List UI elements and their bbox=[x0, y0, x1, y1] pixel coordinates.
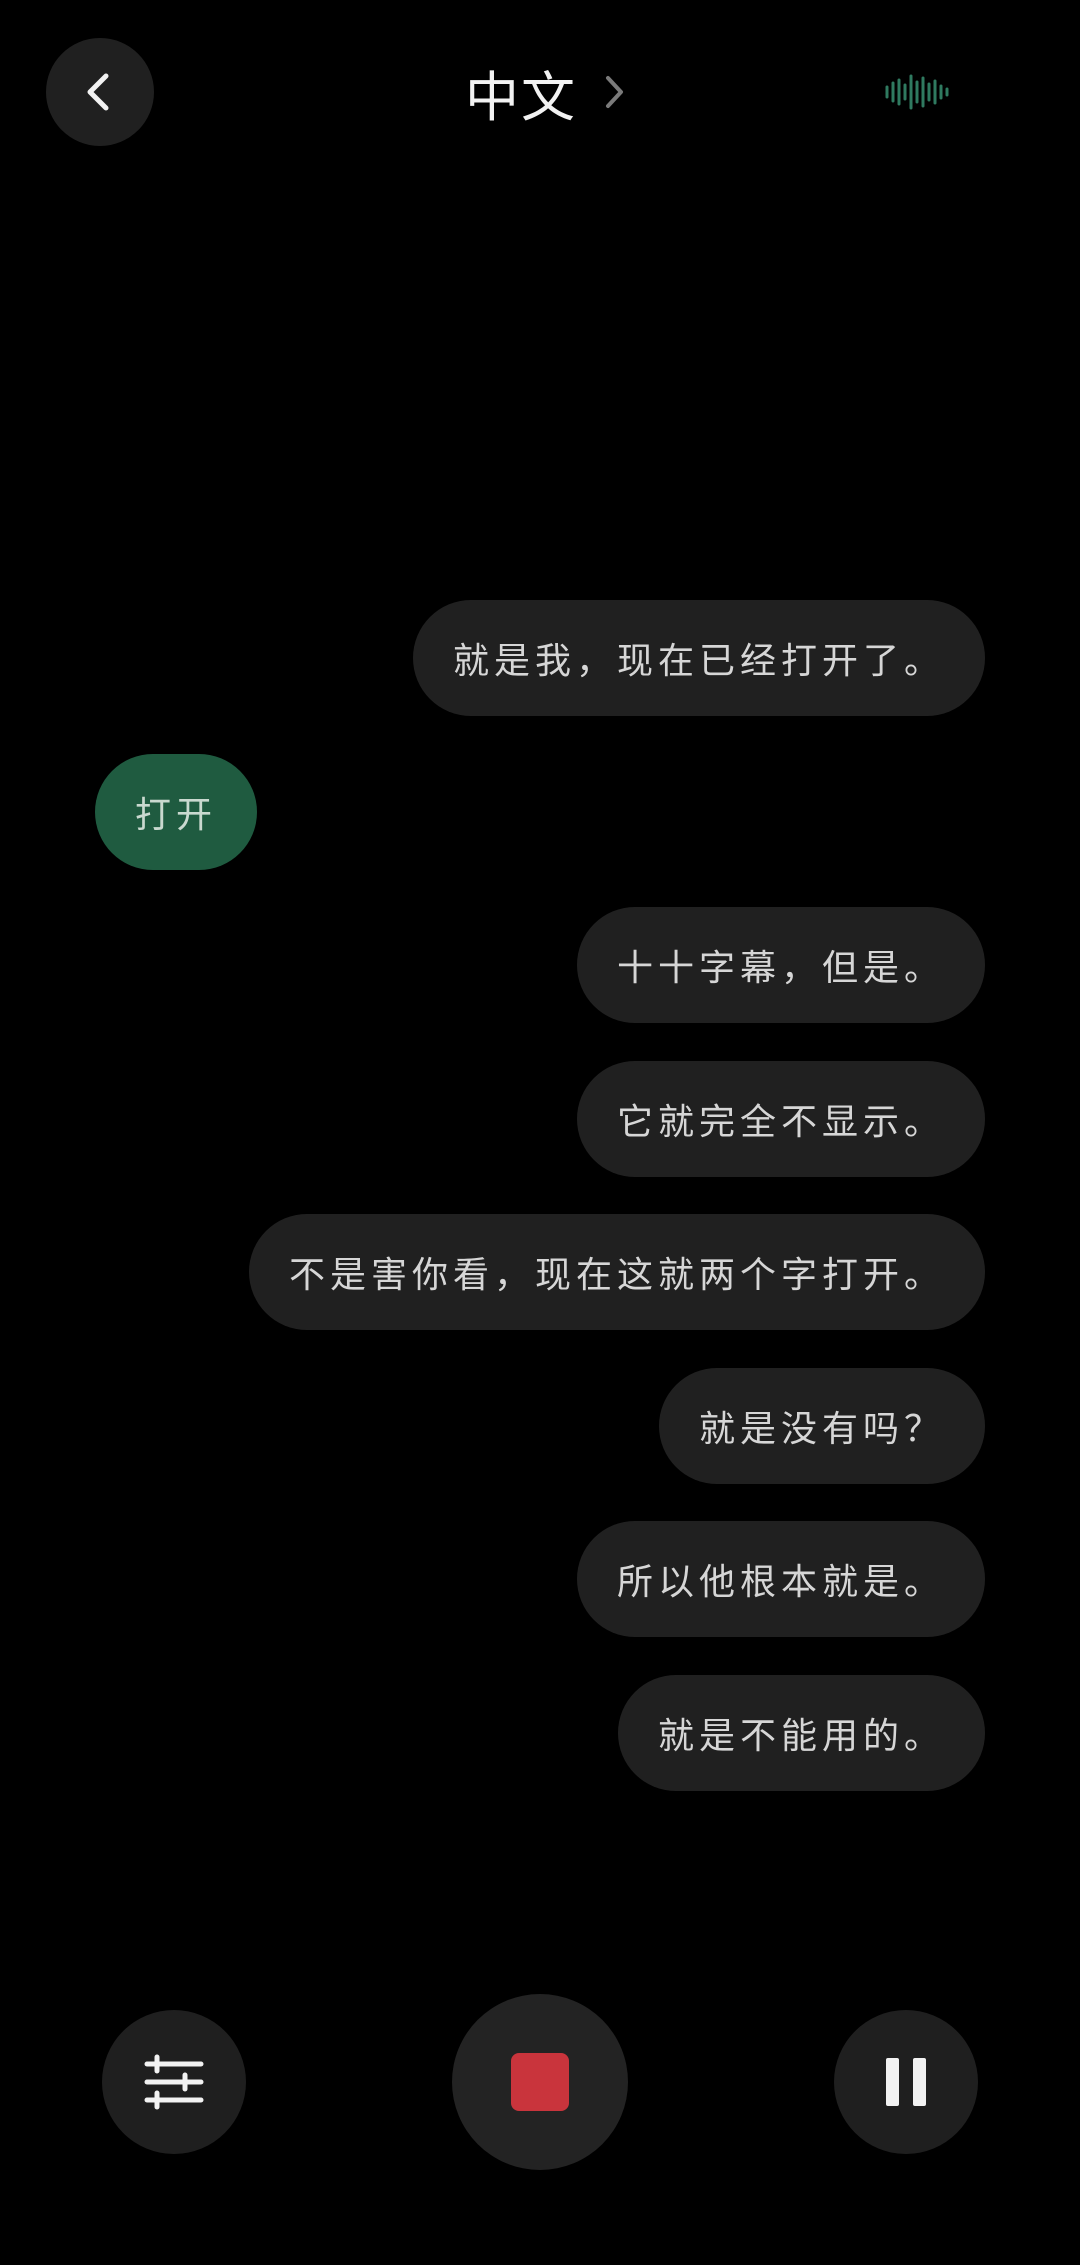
message-text: 十十字幕，但是。 bbox=[616, 948, 945, 989]
message-text: 所以他根本就是。 bbox=[616, 1562, 945, 1603]
audio-waveform-icon bbox=[885, 74, 949, 110]
message-text: 不是害你看，现在这就两个字打开。 bbox=[288, 1255, 945, 1296]
stop-icon bbox=[511, 2053, 569, 2111]
message-text: 就是没有吗？ bbox=[698, 1409, 945, 1450]
message-bubble-left: 打开 bbox=[95, 754, 258, 870]
message-bubble: 就是不能用的。 bbox=[617, 1675, 985, 1791]
settings-button[interactable] bbox=[102, 2010, 246, 2154]
message-bubble: 它就完全不显示。 bbox=[576, 1061, 985, 1177]
page-title: 中文 bbox=[465, 65, 577, 129]
message-bubble: 就是我，现在已经打开了。 bbox=[412, 600, 985, 716]
language-selector[interactable]: 中文 bbox=[465, 53, 629, 132]
stop-recording-button[interactable] bbox=[452, 1994, 628, 2170]
message-bubble: 就是没有吗？ bbox=[658, 1368, 985, 1484]
message-text: 打开 bbox=[135, 795, 218, 836]
message-bubble: 所以他根本就是。 bbox=[576, 1521, 985, 1637]
pause-icon bbox=[886, 2058, 926, 2106]
message-bubble: 不是害你看，现在这就两个字打开。 bbox=[248, 1214, 985, 1330]
message-text: 就是我，现在已经打开了。 bbox=[452, 641, 945, 682]
message-bubble: 十十字幕，但是。 bbox=[576, 907, 985, 1023]
chevron-right-icon bbox=[599, 72, 629, 112]
message-text: 它就完全不显示。 bbox=[616, 1102, 945, 1143]
sliders-icon bbox=[144, 2054, 204, 2110]
pause-button[interactable] bbox=[834, 2010, 978, 2154]
message-text: 就是不能用的。 bbox=[657, 1716, 945, 1757]
